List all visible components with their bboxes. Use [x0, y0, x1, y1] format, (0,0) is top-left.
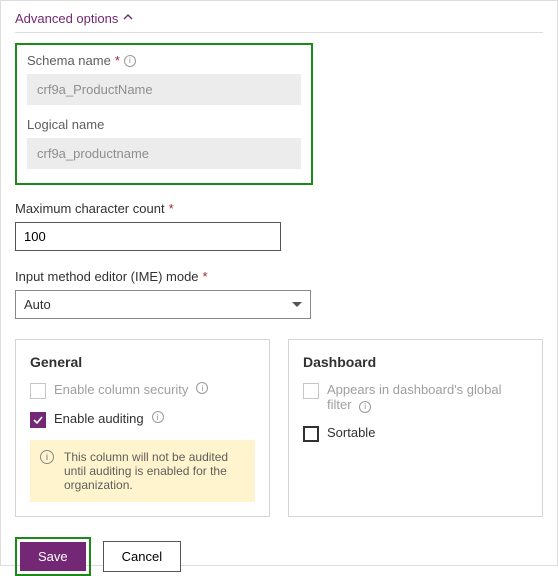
info-icon[interactable]: i — [152, 411, 164, 423]
sortable-label: Sortable — [327, 425, 375, 440]
logical-name-label: Logical name — [27, 117, 301, 132]
enable-column-security-checkbox[interactable] — [30, 383, 46, 399]
cancel-button[interactable]: Cancel — [103, 541, 181, 572]
save-button[interactable]: Save — [20, 542, 86, 571]
ime-mode-select[interactable]: Auto — [15, 290, 311, 319]
chevron-down-icon — [292, 302, 302, 307]
info-icon[interactable]: i — [124, 55, 136, 67]
required-indicator: * — [169, 201, 174, 216]
general-title: General — [30, 354, 255, 370]
enable-auditing-label: Enable auditing — [54, 411, 144, 426]
save-highlight-box: Save — [15, 537, 91, 576]
general-card: General Enable column security i Enable … — [15, 339, 270, 517]
logical-name-input — [27, 138, 301, 169]
ime-mode-label: Input method editor (IME) mode * — [15, 269, 543, 284]
enable-column-security-label: Enable column security — [54, 382, 188, 397]
global-filter-label: Appears in dashboard's global filter — [327, 382, 502, 412]
sortable-checkbox[interactable] — [303, 426, 319, 442]
info-icon[interactable]: i — [196, 382, 208, 394]
chevron-up-icon — [122, 11, 134, 26]
advanced-options-label: Advanced options — [15, 11, 118, 26]
max-count-label: Maximum character count * — [15, 201, 543, 216]
schema-name-input — [27, 74, 301, 105]
advanced-options-toggle[interactable]: Advanced options — [15, 7, 543, 33]
ime-mode-value: Auto — [24, 297, 51, 312]
info-icon[interactable]: i — [359, 401, 371, 413]
global-filter-checkbox[interactable] — [303, 383, 319, 399]
required-indicator: * — [115, 53, 120, 68]
auditing-warning: i This column will not be audited until … — [30, 440, 255, 502]
max-count-input[interactable] — [15, 222, 281, 251]
schema-name-label: Schema name * i — [27, 53, 301, 68]
dashboard-title: Dashboard — [303, 354, 528, 370]
schema-highlight-box: Schema name * i Logical name — [15, 43, 313, 185]
enable-auditing-checkbox[interactable] — [30, 412, 46, 428]
dashboard-card: Dashboard Appears in dashboard's global … — [288, 339, 543, 517]
required-indicator: * — [203, 269, 208, 284]
info-icon: i — [40, 450, 54, 464]
